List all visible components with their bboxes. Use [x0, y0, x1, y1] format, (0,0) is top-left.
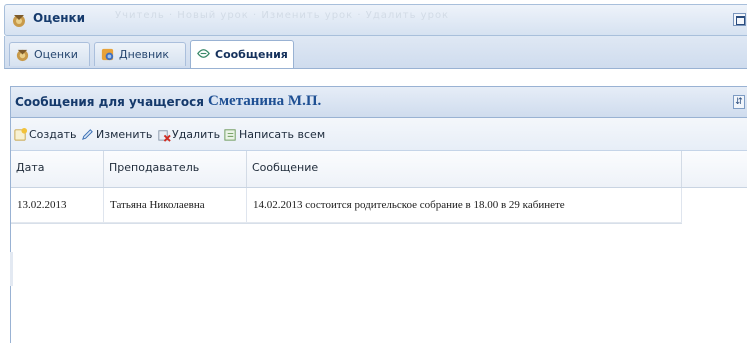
- window-titlebar: Оценки Учитель · Новый урок · Изменить у…: [4, 4, 747, 36]
- edit-button[interactable]: Изменить: [80, 126, 152, 144]
- cell-message: 14.02.2013 состоится родительское собран…: [247, 188, 682, 222]
- tab-grades[interactable]: Оценки: [9, 42, 90, 66]
- tab-diary-label: Дневник: [119, 48, 170, 61]
- delete-label: Удалить: [172, 128, 221, 141]
- edit-label: Изменить: [96, 128, 153, 141]
- grid-header: Дата Преподаватель Сообщение: [11, 151, 747, 188]
- grades-icon: [16, 49, 29, 62]
- app-window: Оценки Учитель · Новый урок · Изменить у…: [0, 0, 747, 343]
- tab-grades-label: Оценки: [34, 48, 78, 61]
- column-date[interactable]: Дата: [11, 151, 104, 187]
- tab-diary[interactable]: Дневник: [94, 42, 186, 66]
- messages-panel: Сообщения для учащегося Сметанина М.П. ⇵…: [10, 86, 747, 343]
- student-name: Сметанина М.П.: [208, 93, 322, 109]
- write-all-button[interactable]: Написать всем: [223, 126, 326, 144]
- create-button[interactable]: Создать: [13, 126, 77, 144]
- delete-icon: [158, 130, 171, 142]
- delete-button[interactable]: Удалить: [156, 126, 220, 144]
- window-title: Оценки: [33, 11, 86, 25]
- panel-resize-edge[interactable]: [10, 252, 13, 286]
- column-filler: [682, 151, 747, 187]
- grades-icon: [13, 15, 25, 27]
- cell-date: 13.02.2013: [11, 188, 104, 222]
- tab-strip: Оценки Дневник Сообщения: [4, 36, 747, 69]
- toolbar: Создать Изменить Удалить Написать всем: [11, 118, 747, 151]
- row-divider: [11, 223, 682, 224]
- new-message-icon: [14, 127, 28, 141]
- column-teacher[interactable]: Преподаватель: [104, 151, 247, 187]
- messages-icon: [197, 49, 210, 58]
- maximize-icon[interactable]: [733, 13, 746, 26]
- create-label: Создать: [29, 128, 77, 141]
- table-row[interactable]: 13.02.2013 Татьяна Николаевна 14.02.2013…: [11, 188, 682, 223]
- panel-header: Сообщения для учащегося Сметанина М.П. ⇵: [11, 87, 747, 118]
- window-menu-ghost: Учитель · Новый урок · Изменить урок · У…: [115, 10, 450, 21]
- write-all-label: Написать всем: [239, 128, 326, 141]
- panel-title: Сообщения для учащегося: [15, 95, 204, 109]
- column-message[interactable]: Сообщение: [247, 151, 682, 187]
- collapse-icon[interactable]: ⇵: [733, 95, 745, 109]
- broadcast-icon: [224, 129, 236, 141]
- pencil-icon: [82, 129, 93, 140]
- cell-teacher: Татьяна Николаевна: [104, 188, 247, 222]
- tab-messages[interactable]: Сообщения: [190, 40, 294, 68]
- diary-icon: [101, 48, 114, 61]
- tab-messages-label: Сообщения: [215, 48, 288, 61]
